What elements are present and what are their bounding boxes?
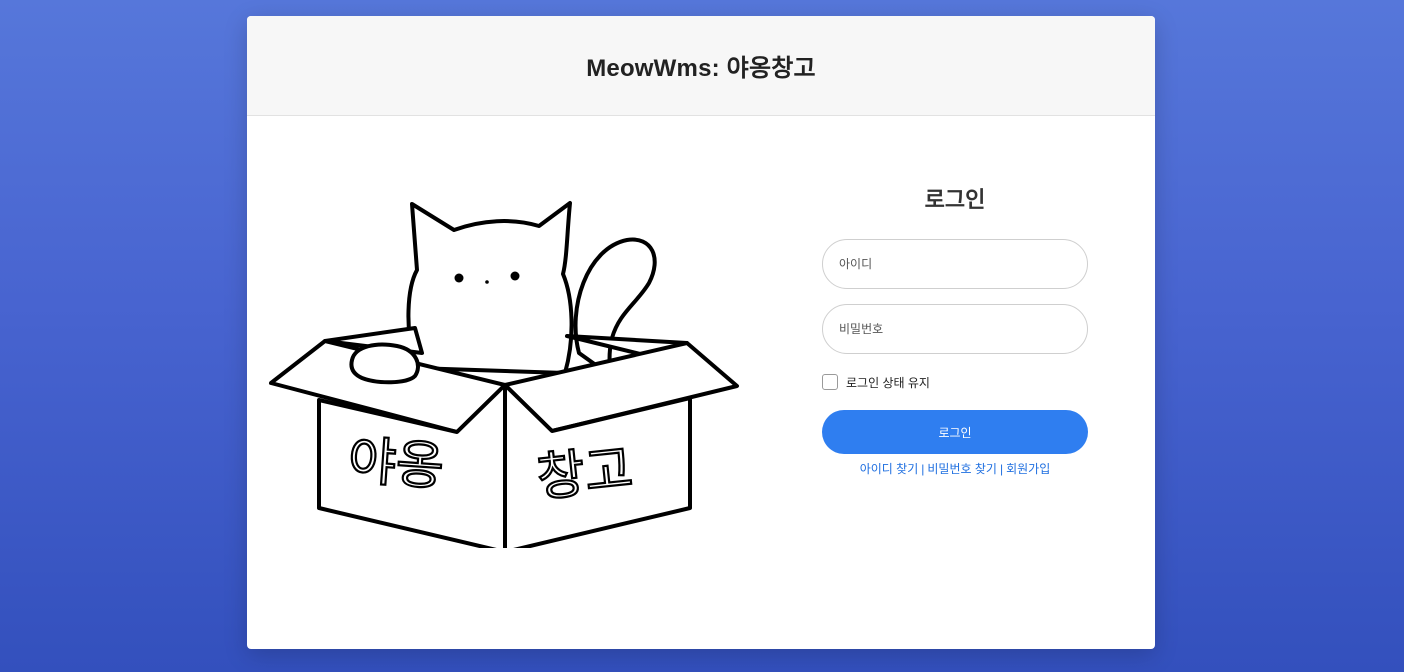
signup-link[interactable]: 회원가입 (1006, 462, 1050, 476)
username-input[interactable] (822, 239, 1088, 289)
find-password-link[interactable]: 비밀번호 찾기 (927, 462, 997, 476)
password-input[interactable] (822, 304, 1088, 354)
login-form: 로그인 로그인 상태 유지 로그인 아이디 찾기|비밀번호 찾기|회원가입 (822, 186, 1088, 477)
cat-nose (485, 280, 489, 284)
cat-eye-left (454, 273, 464, 283)
box-left-text: 야옹 (346, 431, 446, 498)
remember-me-label: 로그인 상태 유지 (846, 375, 930, 390)
page-title: MeowWms: 야옹창고 (586, 55, 816, 82)
login-button[interactable]: 로그인 (822, 410, 1088, 454)
cat-in-box-illustration: 야옹 창고 (269, 201, 739, 548)
login-heading: 로그인 (924, 187, 986, 212)
card-header: MeowWms: 야옹창고 (247, 16, 1155, 116)
find-id-link[interactable]: 아이디 찾기 (860, 462, 919, 476)
account-links: 아이디 찾기 | 비밀번호 찾기 | 회원가입 (822, 460, 1088, 477)
remember-me-checkbox[interactable] (822, 374, 838, 390)
box-right-text: 창고 (534, 439, 635, 509)
cat-paw (349, 342, 420, 385)
link-separator: | (999, 462, 1004, 476)
link-separator: | (921, 462, 925, 476)
login-card: MeowWms: 야옹창고 야옹 창고 로그인 아이디 로그인 상태 유지 로그… (247, 16, 1155, 649)
remember-me-row[interactable]: 로그인 상태 유지 (822, 373, 1088, 391)
cat-body (406, 201, 574, 375)
cat-eye-right (510, 271, 520, 281)
